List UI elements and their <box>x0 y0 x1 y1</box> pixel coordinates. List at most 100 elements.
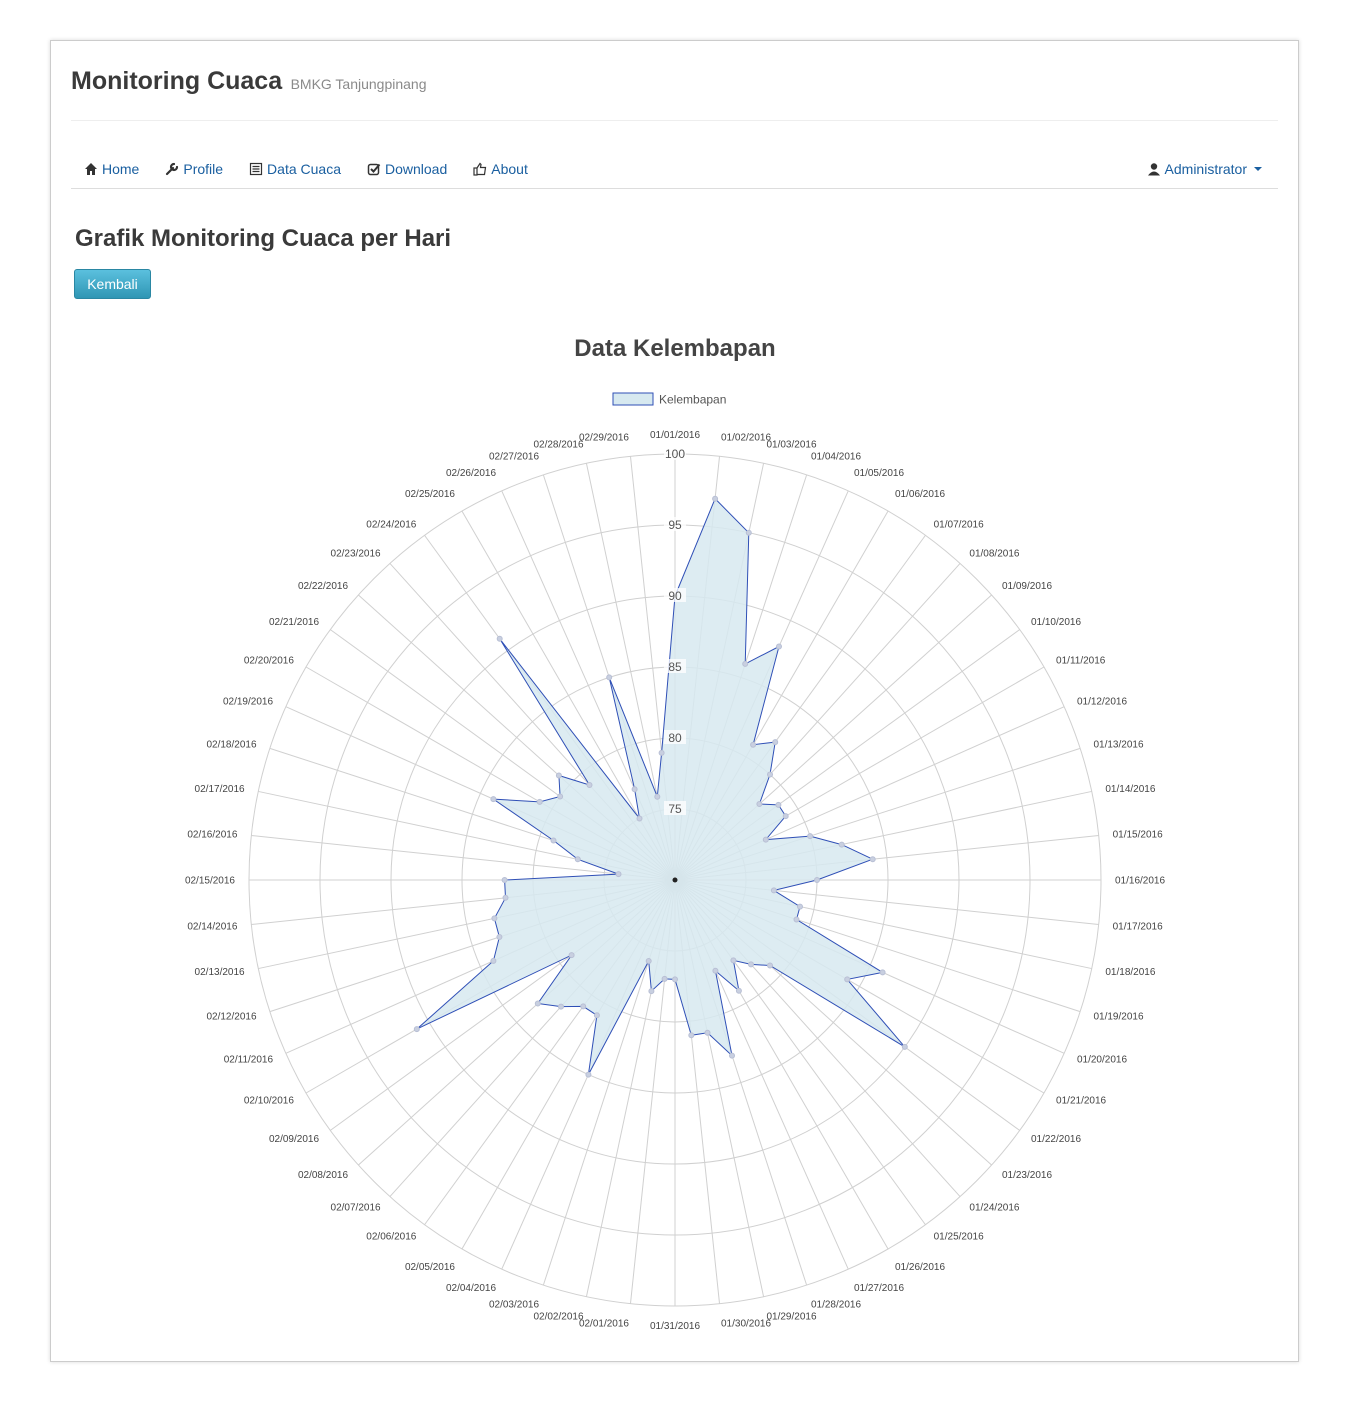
scale-tick-label: 100 <box>665 447 685 461</box>
category-label: 02/23/2016 <box>331 549 381 560</box>
data-point <box>593 1012 600 1019</box>
data-point <box>793 916 800 923</box>
data-point <box>645 958 652 964</box>
category-label: 01/10/2016 <box>1031 617 1081 628</box>
category-label: 02/25/2016 <box>405 489 455 500</box>
category-label: 01/21/2016 <box>1056 1096 1106 1107</box>
scale-tick-label: 95 <box>668 518 682 532</box>
data-point <box>557 793 564 800</box>
radar-chart: Data Kelembapan Kelembapan 01/01/2016 01/02… <box>185 335 1166 1332</box>
data-point <box>502 894 509 901</box>
category-label: 01/20/2016 <box>1077 1054 1127 1065</box>
data-point <box>490 796 497 803</box>
category-label: 01/07/2016 <box>934 520 984 531</box>
data-point <box>772 739 779 746</box>
data-point <box>585 1071 592 1078</box>
category-label: 01/08/2016 <box>969 549 1019 560</box>
data-point <box>496 934 503 940</box>
data-point <box>704 1029 711 1036</box>
scale-tick-label: 85 <box>668 660 682 674</box>
data-point <box>767 962 773 969</box>
data-point <box>648 988 655 995</box>
category-label: 02/16/2016 <box>187 830 237 841</box>
data-point <box>770 887 777 894</box>
scale-tick-label: 75 <box>668 802 682 816</box>
category-label: 02/08/2016 <box>298 1170 348 1181</box>
data-point <box>745 529 752 536</box>
scale-tick-label: 90 <box>668 589 682 603</box>
scale-tick-label: 80 <box>668 731 682 745</box>
category-label: 02/27/2016 <box>489 452 539 463</box>
data-point <box>797 903 803 910</box>
data-point <box>586 782 593 788</box>
category-label: 01/11/2016 <box>1056 656 1106 667</box>
category-label: 02/15/2016 <box>185 876 235 887</box>
category-label: 01/02/2016 <box>721 432 771 443</box>
category-label: 02/22/2016 <box>298 581 348 592</box>
data-point <box>756 801 763 807</box>
data-point <box>534 1000 541 1007</box>
data-point <box>712 495 719 502</box>
category-label: 02/26/2016 <box>446 468 496 479</box>
data-point <box>762 836 769 843</box>
data-point <box>742 660 749 667</box>
data-point <box>558 1003 564 1010</box>
data-point <box>750 741 757 748</box>
data-point <box>636 815 643 822</box>
data-point <box>574 856 581 863</box>
data-point <box>807 833 814 840</box>
data-point <box>568 952 575 959</box>
data-point <box>730 957 737 964</box>
data-point <box>776 643 782 650</box>
data-point <box>814 877 820 883</box>
center-point <box>672 877 678 883</box>
category-label: 01/16/2016 <box>1115 876 1165 887</box>
category-label: 02/14/2016 <box>187 921 237 932</box>
category-label: 01/05/2016 <box>854 468 904 479</box>
category-label: 01/22/2016 <box>1031 1134 1081 1145</box>
legend-label: Kelembapan <box>659 393 726 407</box>
data-point <box>838 841 845 848</box>
category-label: 01/09/2016 <box>1002 581 1052 592</box>
category-label: 02/20/2016 <box>244 656 294 667</box>
data-point <box>735 987 742 994</box>
category-label: 01/01/2016 <box>650 430 700 441</box>
category-label: 01/15/2016 <box>1113 830 1163 841</box>
data-point <box>729 1052 735 1059</box>
data-point <box>496 635 503 642</box>
category-label: 02/18/2016 <box>206 740 256 751</box>
category-label: 02/04/2016 <box>446 1283 496 1294</box>
category-label: 02/28/2016 <box>533 440 583 451</box>
data-point <box>658 749 665 756</box>
category-label: 01/25/2016 <box>934 1231 984 1242</box>
data-point <box>661 975 668 982</box>
category-label: 02/17/2016 <box>195 784 245 795</box>
data-point <box>654 793 661 800</box>
category-label: 02/10/2016 <box>244 1096 294 1107</box>
data-point <box>501 877 508 883</box>
data-point <box>550 837 557 844</box>
data-point <box>844 976 851 983</box>
data-point <box>901 1043 908 1050</box>
data-point <box>712 967 719 974</box>
category-label: 01/14/2016 <box>1105 784 1155 795</box>
category-label: 02/12/2016 <box>206 1011 256 1022</box>
category-label: 02/01/2016 <box>579 1319 629 1330</box>
category-label: 02/03/2016 <box>489 1299 539 1310</box>
data-point <box>688 1032 695 1039</box>
data-point <box>748 961 754 968</box>
data-point <box>672 976 678 983</box>
data-point <box>413 1026 420 1033</box>
category-label: 02/13/2016 <box>195 967 245 978</box>
chart-title: Data Kelembapan <box>574 335 775 362</box>
category-label: 01/06/2016 <box>895 489 945 500</box>
category-label: 02/11/2016 <box>224 1054 274 1065</box>
data-point <box>767 771 773 778</box>
data-point <box>869 856 876 863</box>
data-point <box>580 1003 587 1010</box>
data-point <box>782 813 789 820</box>
category-label: 01/29/2016 <box>766 1311 816 1322</box>
data-point <box>879 969 886 976</box>
category-label: 02/09/2016 <box>269 1134 319 1145</box>
category-label: 01/19/2016 <box>1093 1011 1143 1022</box>
